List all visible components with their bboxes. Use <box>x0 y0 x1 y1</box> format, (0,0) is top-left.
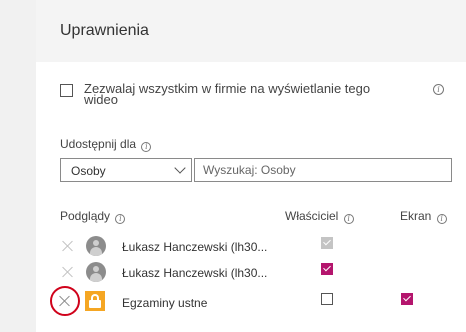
column-screen-label: Ekran <box>400 209 432 223</box>
owner-checkbox[interactable] <box>321 293 333 305</box>
screen-checkbox[interactable] <box>401 293 413 305</box>
share-type-select[interactable]: Osoby <box>60 158 192 182</box>
allow-all-label: Zezwalaj wszystkim w firmie na wyświetla… <box>84 81 371 107</box>
column-screen: Ekran i <box>400 209 447 224</box>
highlight-circle <box>50 286 80 316</box>
share-type-value: Osoby <box>71 164 106 178</box>
row-name: Łukasz Hanczewski (lh30... <box>122 240 268 254</box>
column-viewers: Podglądy i <box>60 209 126 224</box>
row-name: Egzaminy ustne <box>122 296 208 310</box>
info-icon[interactable]: i <box>433 84 444 95</box>
owner-checkbox[interactable] <box>321 263 333 275</box>
lock-group-icon <box>85 291 105 311</box>
owner-checkbox <box>321 237 333 249</box>
share-with-label: Udostępnij dla i <box>60 137 152 152</box>
user-avatar-icon <box>86 236 106 256</box>
info-icon[interactable]: i <box>115 213 126 224</box>
row-name: Łukasz Hanczewski (lh30... <box>122 266 268 280</box>
panel-header: Uprawnienia <box>36 0 466 62</box>
info-icon[interactable]: i <box>436 213 447 224</box>
share-with-text: Udostępnij dla <box>60 137 137 151</box>
allow-all-checkbox[interactable] <box>60 84 73 97</box>
remove-icon[interactable] <box>62 266 74 278</box>
column-owner: Właściciel i <box>285 209 354 224</box>
column-owner-label: Właściciel <box>285 209 339 223</box>
remove-icon[interactable] <box>62 240 74 252</box>
people-search-input[interactable] <box>194 158 452 182</box>
chevron-down-icon <box>174 162 186 174</box>
column-viewers-label: Podglądy <box>60 209 111 223</box>
user-avatar-icon <box>86 262 106 282</box>
info-icon[interactable]: i <box>141 141 152 152</box>
panel-title: Uprawnienia <box>60 22 149 39</box>
info-icon[interactable]: i <box>343 213 354 224</box>
